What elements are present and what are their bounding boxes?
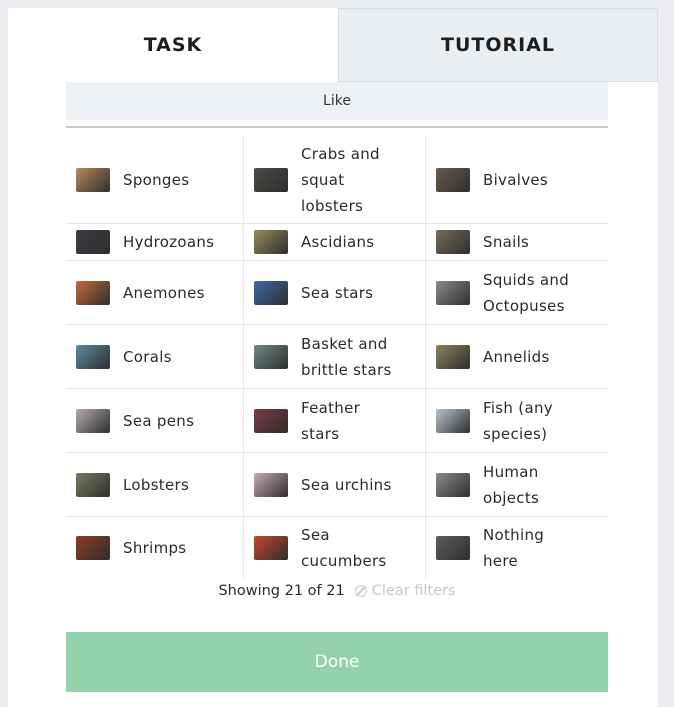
choice-label: Lobsters (123, 475, 190, 494)
choice-label: Basket and brittle stars (301, 334, 392, 379)
tab-task[interactable]: TASK (8, 8, 338, 82)
task-panel: TASK TUTORIAL Like Sponges Crabs and squa… (8, 8, 658, 707)
anemones-thumbnail (76, 280, 110, 305)
ascidians-thumbnail (254, 230, 288, 254)
choice-item[interactable]: Ascidians (244, 224, 426, 261)
choice-label: Annelids (483, 347, 550, 366)
snails-thumbnail (436, 230, 470, 254)
corals-thumbnail (76, 344, 110, 369)
choice-item[interactable]: Fish (any species) (426, 389, 608, 453)
choice-item[interactable]: Lobsters (66, 453, 244, 517)
choice-label: Sea cucumbers (301, 526, 387, 570)
brittle-stars-thumbnail (254, 344, 288, 369)
choice-item[interactable]: Human objects (426, 453, 608, 517)
choice-item[interactable]: Shrimps (66, 517, 244, 579)
sea-urchins-thumbnail (254, 472, 288, 497)
choice-item[interactable]: Sea cucumbers (244, 517, 426, 579)
sea-stars-thumbnail (254, 280, 288, 305)
choice-item[interactable]: Nothing here (426, 517, 608, 579)
choice-label: Hydrozoans (123, 233, 215, 251)
choice-grid: Sponges Crabs and squat lobsters Bivalves H… (66, 136, 608, 579)
tab-bar: TASK TUTORIAL (8, 8, 658, 82)
choice-item[interactable]: Basket and brittle stars (244, 325, 426, 389)
choice-item[interactable]: Sponges (66, 136, 244, 224)
bivalves-thumbnail (436, 167, 470, 192)
clear-filters-button[interactable]: Clear filters (354, 583, 456, 599)
filter-status: Showing 21 of 21 Clear filters (66, 578, 608, 604)
choice-item[interactable]: Crabs and squat lobsters (244, 136, 426, 224)
hydrozoans-thumbnail (76, 230, 110, 254)
tab-tutorial[interactable]: TUTORIAL (338, 8, 658, 82)
sea-pens-thumbnail (76, 408, 110, 433)
sea-cucumbers-thumbnail (254, 536, 288, 560)
choice-label: Human objects (483, 462, 540, 507)
like-filter-bar[interactable]: Like (66, 82, 608, 120)
choice-item[interactable]: Annelids (426, 325, 608, 389)
clear-filters-label: Clear filters (371, 583, 456, 599)
crabs-thumbnail (254, 167, 288, 192)
choice-item[interactable]: Sea pens (66, 389, 244, 453)
choice-label: Fish (any species) (483, 398, 553, 443)
choice-item[interactable]: Snails (426, 224, 608, 261)
choice-label: Sea pens (123, 411, 195, 430)
choice-label: Sponges (123, 170, 190, 189)
feather-stars-thumbnail (254, 408, 288, 433)
choice-label: Anemones (123, 283, 205, 302)
showing-count: Showing 21 of 21 (218, 583, 345, 599)
shrimps-thumbnail (76, 536, 110, 560)
choice-label: Snails (483, 233, 530, 251)
clear-filters-icon (354, 585, 367, 597)
lobsters-thumbnail (76, 472, 110, 497)
fish-thumbnail (436, 408, 470, 433)
choice-label: Sea urchins (301, 475, 392, 494)
choice-item[interactable]: Sea urchins (244, 453, 426, 517)
choice-label: Feather stars (301, 398, 361, 443)
sponges-thumbnail (76, 167, 110, 192)
choice-item[interactable]: Sea stars (244, 261, 426, 325)
choice-label: Sea stars (301, 283, 374, 302)
choice-label: Squids and Octopuses (483, 270, 570, 315)
annelids-thumbnail (436, 344, 470, 369)
like-divider (66, 126, 608, 128)
squids-thumbnail (436, 280, 470, 305)
choice-item[interactable]: Corals (66, 325, 244, 389)
choice-item[interactable]: Bivalves (426, 136, 608, 224)
choice-item[interactable]: Anemones (66, 261, 244, 325)
choice-label: Ascidians (301, 233, 375, 251)
choice-label: Corals (123, 347, 172, 366)
choice-label: Shrimps (123, 539, 187, 557)
human-objects-thumbnail (436, 472, 470, 497)
nothing-here-thumbnail (436, 536, 470, 560)
choice-label: Bivalves (483, 170, 549, 189)
done-button[interactable]: Done (66, 632, 608, 692)
choice-label: Nothing here (483, 526, 545, 570)
choice-item[interactable]: Feather stars (244, 389, 426, 453)
choice-item[interactable]: Hydrozoans (66, 224, 244, 261)
choice-label: Crabs and squat lobsters (301, 144, 380, 215)
choice-item[interactable]: Squids and Octopuses (426, 261, 608, 325)
